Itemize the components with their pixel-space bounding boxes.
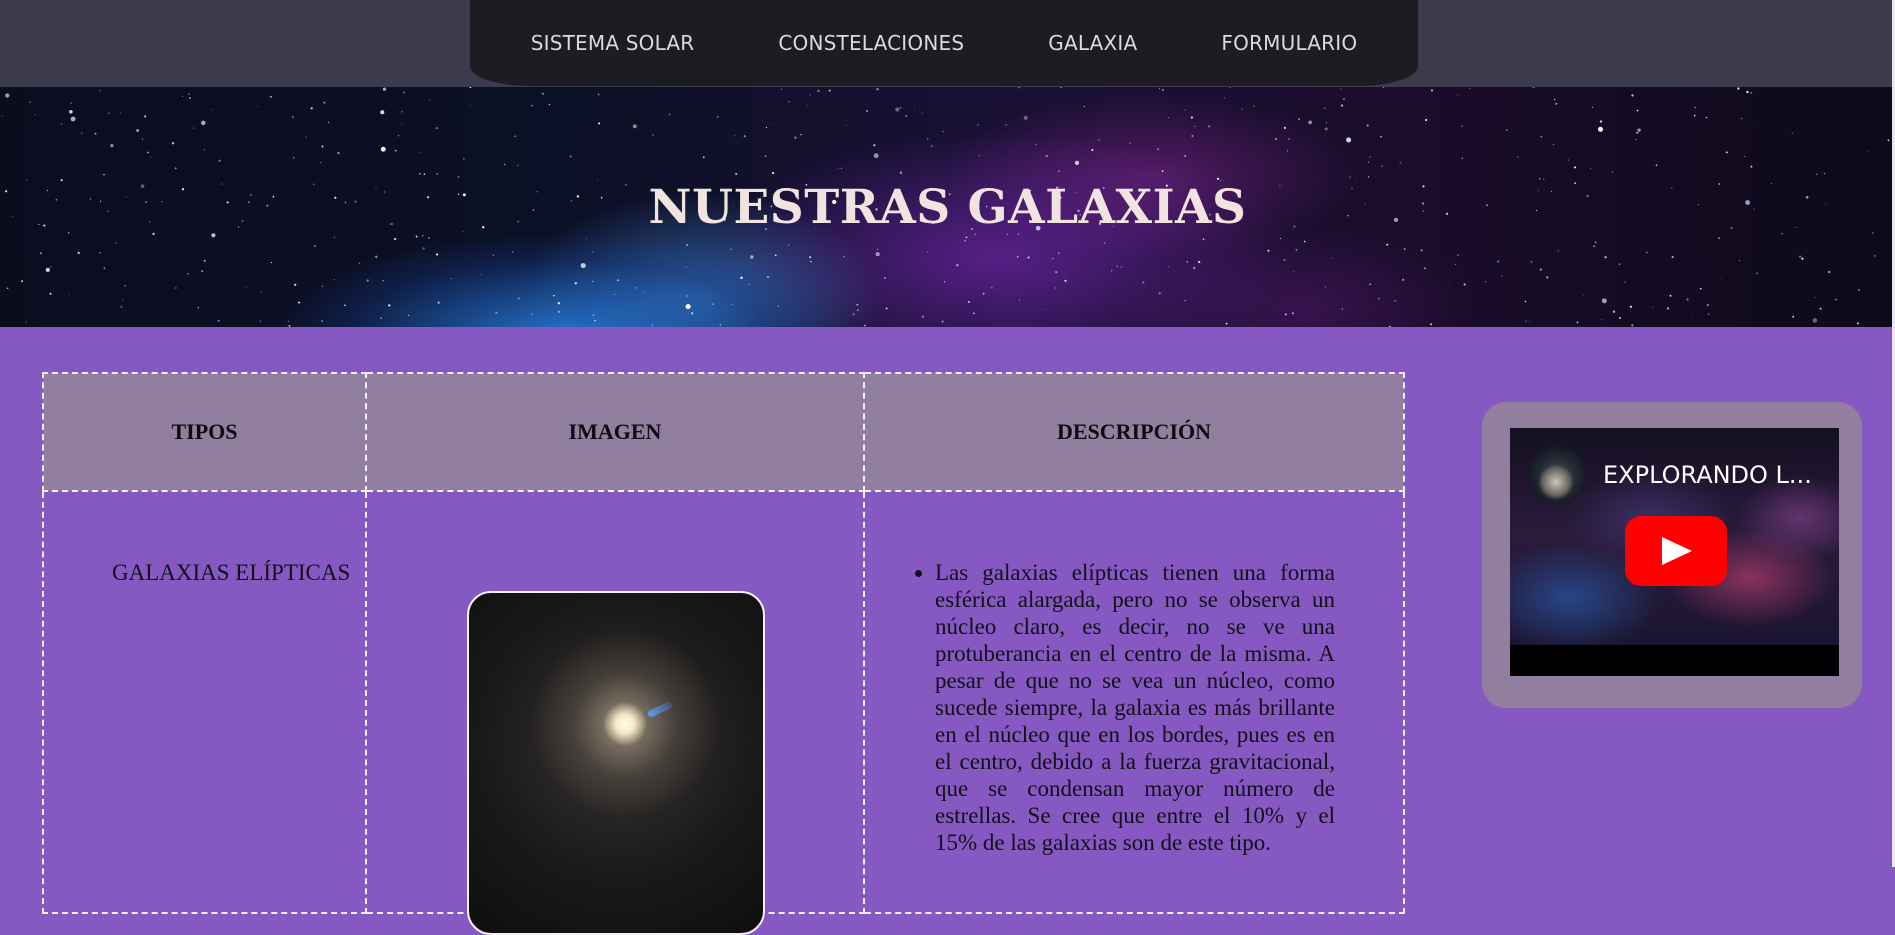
description-item: Las galaxias elípticas tienen una forma … [935,559,1335,856]
elliptical-galaxy-image [467,591,765,935]
youtube-play-icon [1662,537,1692,565]
galaxy-jet [646,700,674,719]
video-bottom-bar [1510,645,1839,676]
description-cell: Las galaxias elípticas tienen una forma … [863,490,1405,914]
tipo-label: GALAXIAS ELÍPTICAS [112,560,351,585]
table-row: GALAXIAS ELÍPTICAS Las galaxias elíptica… [42,490,1405,935]
nav-sistema-solar[interactable]: SISTEMA SOLAR [489,31,737,55]
table-header-row: TIPOS IMAGEN DESCRIPCIÓN [42,372,1405,492]
header-descripcion: DESCRIPCIÓN [863,372,1405,492]
header-tipos: TIPOS [42,372,367,492]
image-cell [365,490,865,935]
page-title: NUESTRAS GALAXIAS [648,180,1247,236]
nav-galaxia[interactable]: GALAXIA [1006,31,1179,55]
galaxy-table: TIPOS IMAGEN DESCRIPCIÓN GALAXIAS ELÍPTI… [42,372,1405,935]
youtube-embed[interactable]: EXPLORANDO L... [1510,428,1839,676]
nav-formulario[interactable]: FORMULARIO [1179,31,1399,55]
channel-avatar[interactable] [1528,446,1586,504]
tipo-cell: GALAXIAS ELÍPTICAS [42,490,367,914]
description-list: Las galaxias elípticas tienen una forma … [909,559,1335,856]
main-nav: SISTEMA SOLAR CONSTELACIONES GALAXIA FOR… [470,0,1418,86]
header-imagen: IMAGEN [365,372,865,492]
youtube-play-button[interactable] [1625,516,1727,586]
top-bar: SISTEMA SOLAR CONSTELACIONES GALAXIA FOR… [0,0,1895,87]
video-card: EXPLORANDO L... [1482,402,1862,708]
nav-constelaciones[interactable]: CONSTELACIONES [736,31,1006,55]
video-title[interactable]: EXPLORANDO L... [1603,461,1812,489]
banner: NUESTRAS GALAXIAS [0,87,1895,327]
